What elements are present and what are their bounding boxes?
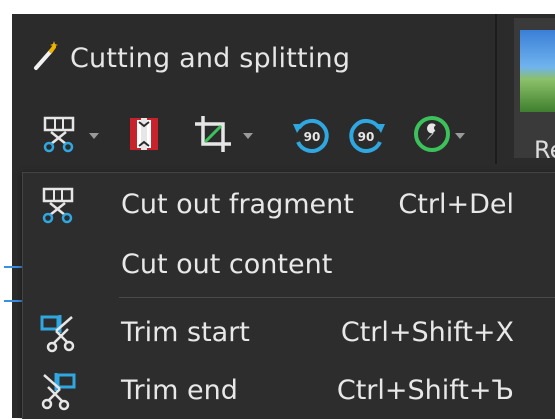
split-clip-icon [126, 114, 162, 158]
menu-item-trim-end[interactable]: Trim end Ctrl+Shift+Ъ [23, 363, 555, 419]
menu-item-shortcut: Ctrl+Del [398, 189, 514, 220]
menu-item-label: Trim end [121, 375, 238, 406]
menu-item-label: Cut out fragment [121, 189, 354, 220]
split-button[interactable] [122, 112, 166, 160]
tools-dropdown-button[interactable] [404, 112, 474, 160]
menu-item-label: Cut out content [121, 249, 333, 280]
rotate-right-icon: 90 [347, 116, 387, 156]
menu-item-trim-start[interactable]: Trim start Ctrl+Shift+X [23, 305, 555, 361]
section-header: Cutting and splitting [32, 36, 350, 80]
menu-item-shortcut: Ctrl+Shift+X [340, 317, 514, 348]
chevron-down-icon [455, 133, 465, 139]
rotate-left-icon: 90 [291, 116, 331, 156]
magic-wand-icon [32, 40, 60, 76]
rotate-left-button[interactable]: 90 [286, 112, 336, 160]
crop-icon [193, 114, 233, 158]
chevron-down-icon [89, 133, 99, 139]
cut-fragment-dropdown-button[interactable] [24, 112, 114, 160]
section-title: Cutting and splitting [70, 42, 351, 74]
crop-dropdown-button[interactable] [182, 112, 264, 160]
panel-divider [495, 14, 497, 164]
menu-item-cut-out-fragment[interactable]: Cut out fragment Ctrl+Del [23, 177, 555, 233]
thumbnail-label: Re [534, 136, 555, 164]
menu-item-cut-out-content[interactable]: Cut out content [23, 237, 555, 293]
rotate-left-label: 90 [304, 130, 321, 144]
scissors-frame-icon [35, 183, 81, 227]
cut-dropdown-menu: Cut out fragment Ctrl+Del Cut out conten… [22, 172, 555, 419]
menu-item-shortcut: Ctrl+Shift+Ъ [336, 375, 514, 406]
scissors-frame-icon [39, 114, 79, 158]
media-thumbnail[interactable]: Re [514, 18, 555, 164]
menu-separator [119, 297, 555, 298]
chevron-down-icon [243, 133, 253, 139]
rotate-right-label: 90 [358, 130, 375, 144]
trim-end-icon [35, 369, 81, 413]
toolbar: 90 90 [24, 112, 494, 160]
menu-item-label: Trim start [121, 317, 250, 348]
thumbnail-image [520, 30, 555, 112]
wrench-icon [413, 115, 451, 157]
timeline-edge [0, 262, 22, 308]
trim-start-icon [35, 311, 81, 355]
rotate-right-button[interactable]: 90 [342, 112, 392, 160]
